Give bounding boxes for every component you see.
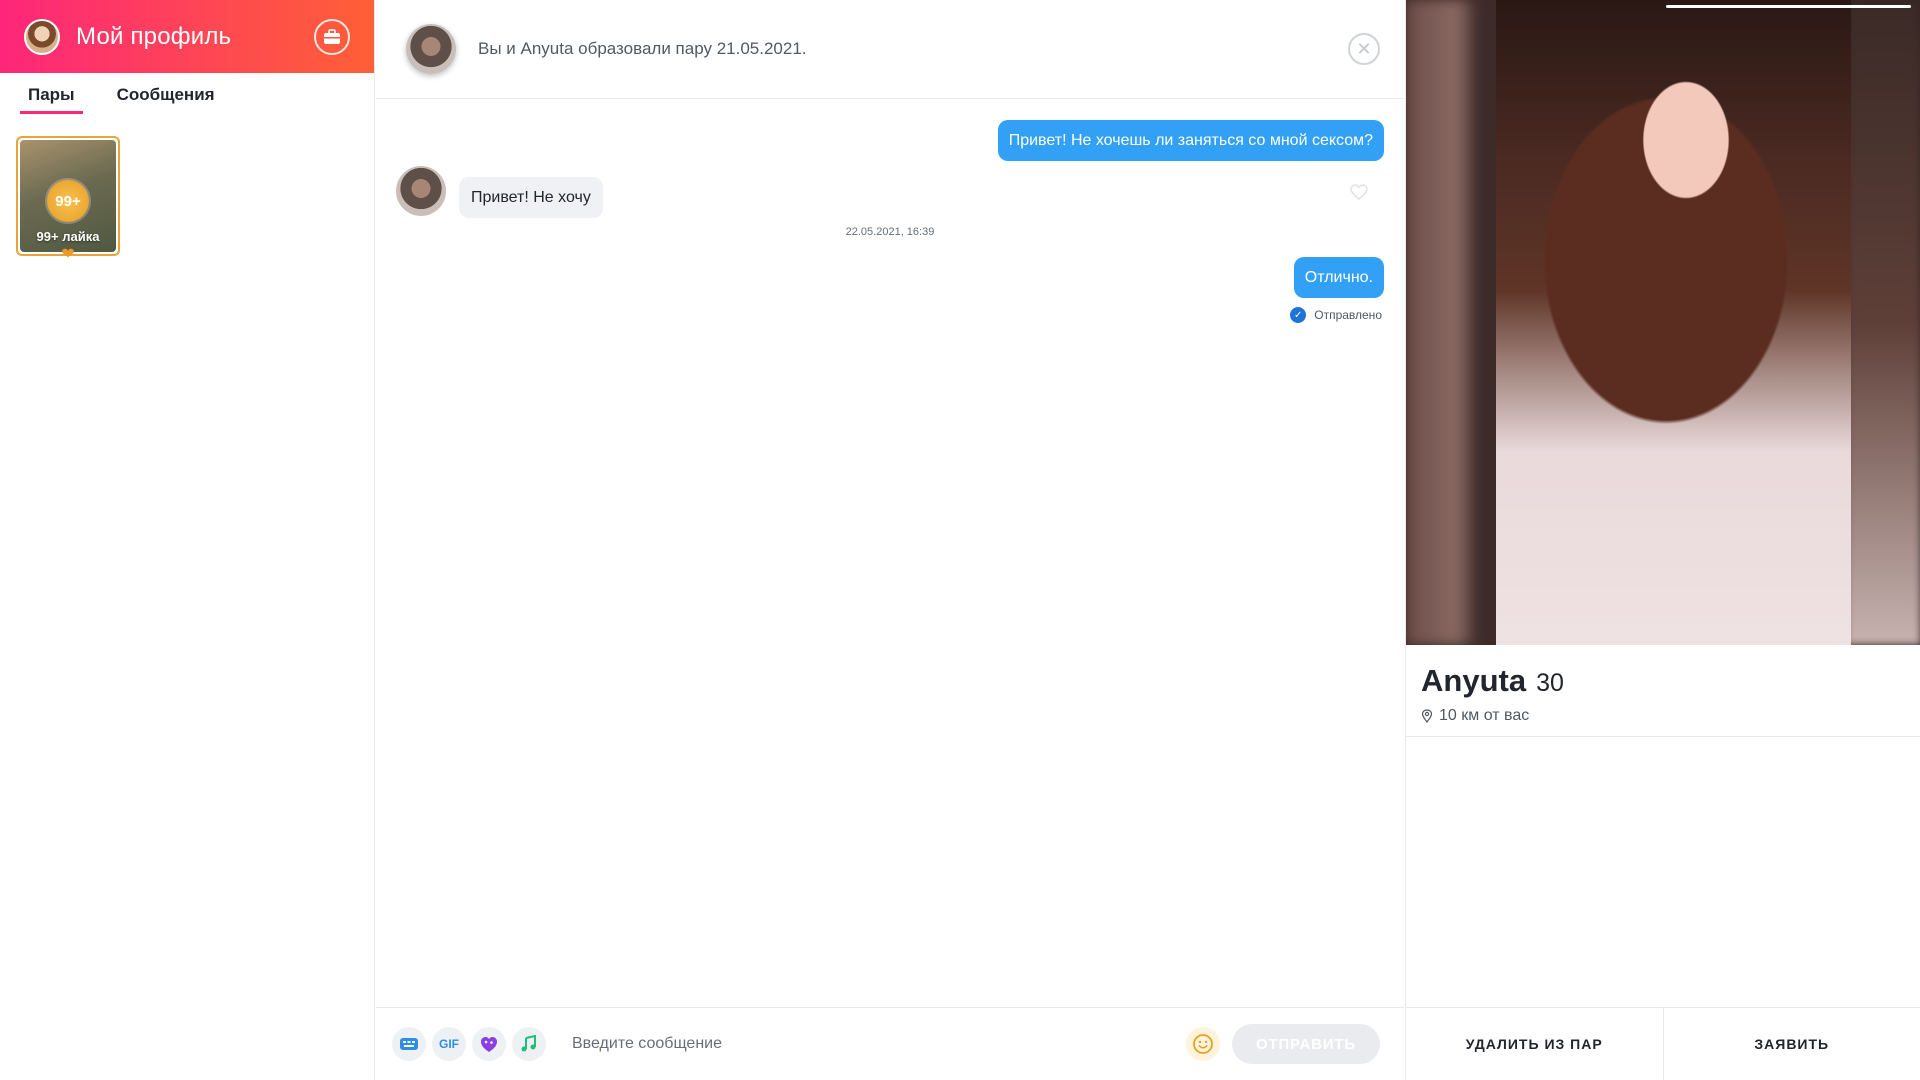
emoji-icon	[1193, 1034, 1213, 1054]
chat-panel: Вы и Anyuta образовали пару 21.05.2021. …	[376, 0, 1404, 1080]
message-timestamp: 22.05.2021, 16:39	[845, 226, 935, 238]
like-message-button[interactable]	[1350, 184, 1368, 205]
briefcase-icon	[324, 28, 340, 44]
message-composer: GIF Введите сообщение ОТПРАВИТЬ	[376, 1007, 1404, 1080]
likes-tile-image: 99+ 99+ лайка	[20, 140, 116, 252]
app: Мой профиль Пары Сообщения 99+ 99+ лайка…	[0, 0, 1920, 1080]
gif-icon: GIF	[439, 1037, 459, 1051]
message-outgoing[interactable]: Отлично.	[1293, 257, 1384, 298]
delivery-status: ✓ Отправлено	[1290, 307, 1382, 323]
keyboard-icon	[400, 1038, 418, 1050]
close-button[interactable]: ✕	[1348, 33, 1380, 65]
tab-matches[interactable]: Пары	[20, 85, 83, 114]
message-incoming-row: Привет! Не хочу	[396, 163, 603, 218]
close-icon: ✕	[1356, 38, 1372, 59]
name-row: Anyuta 30	[1421, 663, 1905, 699]
avatar[interactable]	[24, 18, 60, 55]
photo-progress-bar	[1666, 5, 1911, 8]
message-incoming[interactable]: Привет! Не хочу	[459, 177, 603, 218]
profile-age: 30	[1536, 669, 1564, 697]
heart-icon	[1350, 184, 1368, 200]
message-list: Привет! Не хочешь ли заняться со мной се…	[376, 100, 1404, 1006]
tab-messages[interactable]: Сообщения	[109, 85, 223, 111]
sidebar: Мой профиль Пары Сообщения 99+ 99+ лайка…	[0, 0, 375, 1080]
emoji-button[interactable]	[1186, 1027, 1220, 1061]
profile-panel: Anyuta 30 10 км от вас УДАЛИТЬ ИЗ ПАР ЗА…	[1405, 0, 1920, 1080]
sidebar-tabs: Пары Сообщения	[0, 85, 374, 125]
profile-info: Anyuta 30 10 км от вас	[1406, 645, 1920, 737]
sticker-button[interactable]	[472, 1027, 506, 1061]
briefcase-button[interactable]	[314, 18, 350, 55]
unmatch-button[interactable]: УДАЛИТЬ ИЗ ПАР	[1406, 1008, 1663, 1080]
profile-name: Anyuta	[1421, 663, 1527, 698]
location-pin-icon	[1421, 709, 1433, 723]
keyboard-button[interactable]	[392, 1027, 426, 1061]
check-icon: ✓	[1290, 307, 1307, 323]
match-date-text: Вы и Anyuta образовали пару 21.05.2021.	[478, 39, 807, 58]
send-button[interactable]: ОТПРАВИТЬ	[1232, 1024, 1380, 1064]
chat-header: Вы и Anyuta образовали пару 21.05.2021. …	[376, 0, 1404, 99]
message-outgoing[interactable]: Привет! Не хочешь ли заняться со мной се…	[997, 120, 1384, 161]
distance-row: 10 км от вас	[1421, 707, 1905, 725]
photo-background-right	[1846, 0, 1920, 645]
sender-avatar[interactable]	[396, 165, 446, 216]
profile-photo[interactable]	[1406, 0, 1920, 645]
likes-label: 99+ лайка	[36, 229, 100, 244]
profile-distance: 10 км от вас	[1439, 707, 1530, 724]
message-input[interactable]	[572, 1024, 1186, 1064]
status-text: Отправлено	[1314, 308, 1382, 322]
profile-photo-image	[1496, 0, 1851, 645]
sticker-icon	[481, 1037, 497, 1052]
gif-button[interactable]: GIF	[432, 1027, 466, 1061]
likes-count-badge: 99+	[47, 180, 89, 222]
music-icon	[521, 1035, 536, 1052]
match-avatar[interactable]	[406, 24, 456, 74]
profile-title[interactable]: Мой профиль	[76, 23, 231, 51]
profile-actions: УДАЛИТЬ ИЗ ПАР ЗАЯВИТЬ	[1406, 1007, 1920, 1080]
profile-header[interactable]: Мой профиль	[0, 0, 374, 73]
report-button[interactable]: ЗАЯВИТЬ	[1662, 1008, 1920, 1080]
music-button[interactable]	[512, 1027, 546, 1061]
heart-icon: ❤	[61, 246, 75, 263]
likes-tile[interactable]: 99+ 99+ лайка ❤	[16, 136, 120, 263]
